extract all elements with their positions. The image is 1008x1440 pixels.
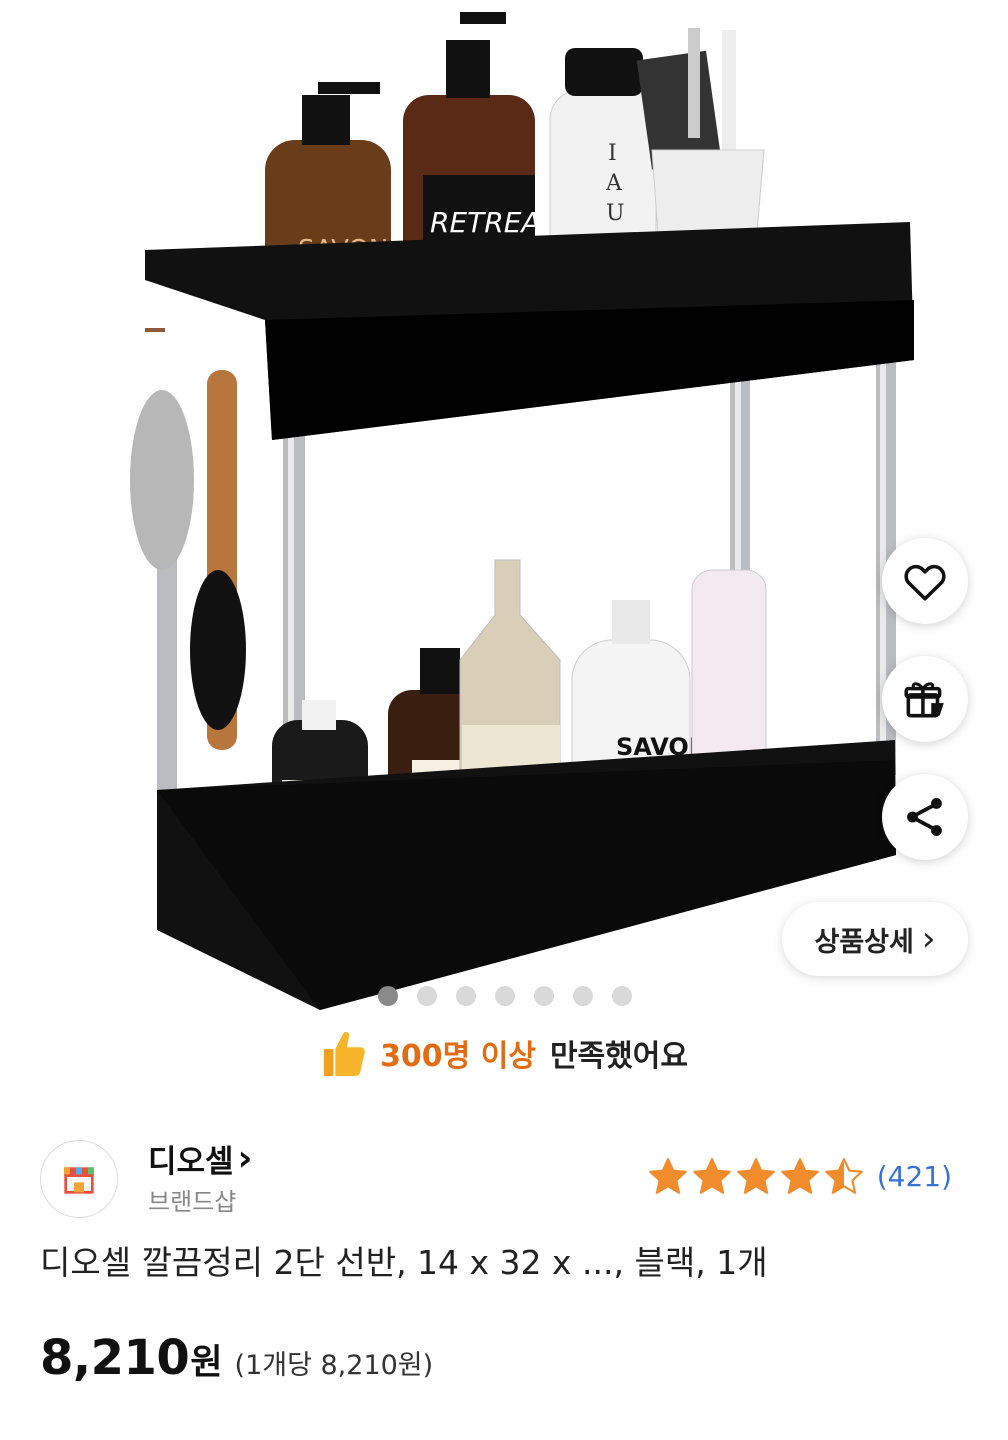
seller-name-link[interactable]: 디오셀 › bbox=[148, 1136, 252, 1181]
rating[interactable]: (421) bbox=[647, 1156, 952, 1196]
product-image-gallery[interactable]: SAVON LIQUID RETREA I A U Les LA BO bbox=[0, 0, 1008, 1030]
unit-price: (1개당 8,210원) bbox=[234, 1350, 434, 1381]
chevron-right-icon: › bbox=[237, 1138, 253, 1179]
gallery-pagination bbox=[378, 986, 632, 1006]
gallery-dot[interactable] bbox=[612, 986, 632, 1006]
gift-icon bbox=[904, 682, 944, 718]
star-icon bbox=[692, 1158, 731, 1194]
star-icon bbox=[824, 1158, 863, 1194]
gallery-dot[interactable] bbox=[495, 986, 515, 1006]
gift-button[interactable] bbox=[882, 656, 968, 742]
product-detail-button[interactable]: 상품상세 › bbox=[782, 902, 968, 976]
chevron-right-icon: › bbox=[921, 919, 936, 959]
share-button[interactable] bbox=[882, 774, 968, 860]
svg-text:A: A bbox=[605, 171, 623, 196]
svg-text:RETREA: RETREA bbox=[430, 206, 541, 239]
price: 8,210 bbox=[40, 1330, 190, 1386]
star-icon bbox=[780, 1158, 819, 1194]
currency: 원 bbox=[190, 1343, 223, 1383]
gallery-dot[interactable] bbox=[417, 986, 437, 1006]
star-icon bbox=[736, 1158, 775, 1194]
gallery-dot[interactable] bbox=[378, 986, 398, 1006]
seller-logo[interactable] bbox=[40, 1140, 118, 1218]
satisfaction-count: 300명 이상 bbox=[380, 1039, 536, 1074]
svg-text:I: I bbox=[608, 141, 617, 166]
review-count[interactable]: (421) bbox=[877, 1160, 952, 1193]
product-title: 디오셀 깔끔정리 2단 선반, 14 x 32 x ..., 블랙, 1개 bbox=[40, 1243, 768, 1282]
svg-text:U: U bbox=[606, 201, 625, 226]
gallery-dot[interactable] bbox=[456, 986, 476, 1006]
star-icon bbox=[648, 1158, 687, 1194]
gallery-dot[interactable] bbox=[573, 986, 593, 1006]
like-button[interactable] bbox=[882, 538, 968, 624]
seller-name: 디오셀 bbox=[148, 1144, 234, 1180]
product-detail-label: 상품상세 bbox=[814, 926, 914, 958]
satisfaction-banner: 300명 이상 만족했어요 bbox=[0, 1026, 1008, 1080]
product-image[interactable]: SAVON LIQUID RETREA I A U Les LA BO bbox=[0, 0, 1008, 1030]
satisfaction-text: 만족했어요 bbox=[549, 1039, 688, 1074]
gallery-dot[interactable] bbox=[534, 986, 554, 1006]
star-rating bbox=[647, 1156, 865, 1196]
price-row: 8,210 원 (1개당 8,210원) bbox=[40, 1330, 433, 1386]
thumbs-up-icon bbox=[323, 1031, 365, 1076]
share-icon bbox=[907, 798, 942, 836]
store-icon bbox=[64, 1167, 94, 1194]
seller-type: 브랜드샵 bbox=[148, 1188, 237, 1216]
heart-icon bbox=[904, 564, 946, 601]
